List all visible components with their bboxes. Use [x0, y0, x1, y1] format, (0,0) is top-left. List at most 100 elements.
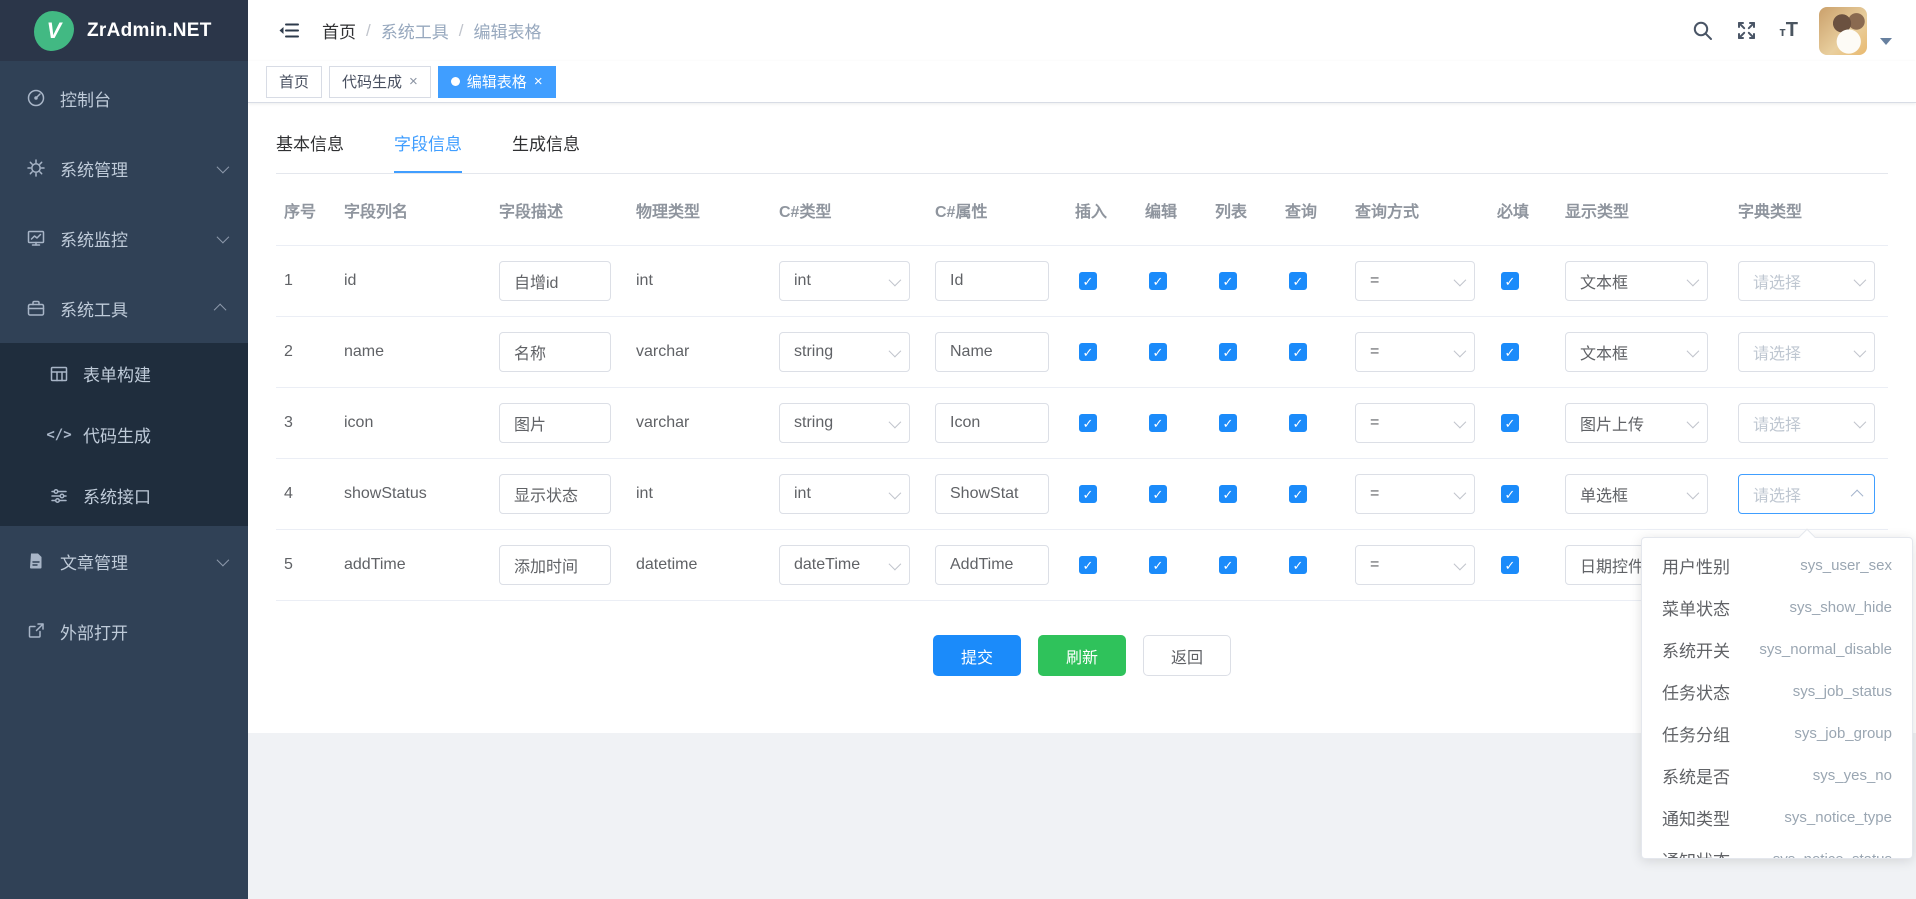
- dict-option[interactable]: 系统开关 sys_normal_disable: [1642, 628, 1912, 670]
- sidebar-item-dashboard[interactable]: 控制台: [0, 63, 248, 133]
- insert-checkbox[interactable]: [1079, 343, 1097, 361]
- dashboard-icon: [25, 88, 47, 108]
- field-description-input[interactable]: 添加时间: [499, 545, 611, 585]
- fold-sidebar-button[interactable]: [278, 20, 302, 42]
- sidebar-item-code-generation[interactable]: 代码生成: [0, 404, 248, 465]
- submit-button[interactable]: 提交: [933, 635, 1021, 676]
- csharp-property-input[interactable]: ShowStat: [935, 474, 1049, 514]
- search-icon[interactable]: [1691, 19, 1714, 42]
- col-header: 编辑: [1145, 198, 1215, 222]
- dict-option[interactable]: 通知状态 sys_notice_status: [1642, 838, 1912, 859]
- query-mode-select[interactable]: =: [1355, 332, 1475, 372]
- list-checkbox[interactable]: [1219, 343, 1237, 361]
- field-description-input[interactable]: 图片: [499, 403, 611, 443]
- required-checkbox[interactable]: [1501, 272, 1519, 290]
- tab-field-info[interactable]: 字段信息: [394, 129, 462, 173]
- chevron-down-icon: [1687, 415, 1700, 428]
- dict-option[interactable]: 任务状态 sys_job_status: [1642, 670, 1912, 712]
- close-icon[interactable]: ×: [409, 74, 418, 89]
- csharp-type-select[interactable]: int: [779, 474, 910, 514]
- app-title: ZrAdmin.NET: [87, 20, 212, 42]
- csharp-property-input[interactable]: Icon: [935, 403, 1049, 443]
- list-checkbox[interactable]: [1219, 414, 1237, 432]
- csharp-type-value: string: [794, 414, 833, 432]
- user-avatar[interactable]: [1819, 7, 1867, 55]
- query-checkbox[interactable]: [1289, 414, 1307, 432]
- insert-checkbox[interactable]: [1079, 556, 1097, 574]
- close-icon[interactable]: ×: [534, 74, 543, 89]
- query-checkbox[interactable]: [1289, 272, 1307, 290]
- required-checkbox[interactable]: [1501, 556, 1519, 574]
- csharp-type-select[interactable]: string: [779, 332, 910, 372]
- tab-basic-info[interactable]: 基本信息: [276, 129, 344, 173]
- edit-checkbox[interactable]: [1149, 414, 1167, 432]
- dict-option[interactable]: 任务分组 sys_job_group: [1642, 712, 1912, 754]
- query-checkbox[interactable]: [1289, 343, 1307, 361]
- required-checkbox[interactable]: [1501, 343, 1519, 361]
- col-header: 字段列名: [344, 198, 499, 222]
- csharp-type-select[interactable]: int: [779, 261, 910, 301]
- dict-type-select[interactable]: 请选择: [1738, 474, 1875, 514]
- breadcrumb-home[interactable]: 首页: [322, 18, 356, 43]
- dict-type-select[interactable]: 请选择: [1738, 261, 1875, 301]
- insert-checkbox[interactable]: [1079, 272, 1097, 290]
- avatar-caret-down-icon[interactable]: [1880, 38, 1892, 45]
- csharp-property-input[interactable]: Id: [935, 261, 1049, 301]
- display-type-select[interactable]: 文本框: [1565, 332, 1708, 372]
- refresh-button[interactable]: 刷新: [1038, 635, 1126, 676]
- chevron-down-icon: [889, 344, 902, 357]
- edit-checkbox[interactable]: [1149, 343, 1167, 361]
- active-tag-dot: [451, 77, 460, 86]
- field-description-input[interactable]: 自增id: [499, 261, 611, 301]
- dict-option[interactable]: 通知类型 sys_notice_type: [1642, 796, 1912, 838]
- dict-option[interactable]: 用户性别 sys_user_sex: [1642, 544, 1912, 586]
- tab-generate-info[interactable]: 生成信息: [512, 129, 580, 173]
- edit-checkbox[interactable]: [1149, 556, 1167, 574]
- tag-code-generation[interactable]: 代码生成 ×: [329, 66, 431, 98]
- list-checkbox[interactable]: [1219, 272, 1237, 290]
- edit-checkbox[interactable]: [1149, 485, 1167, 503]
- dict-option[interactable]: 系统是否 sys_yes_no: [1642, 754, 1912, 796]
- breadcrumb-separator: /: [366, 21, 371, 41]
- sidebar-item-external-open[interactable]: 外部打开: [0, 596, 248, 666]
- insert-checkbox[interactable]: [1079, 414, 1097, 432]
- csharp-property-input[interactable]: Name: [935, 332, 1049, 372]
- display-type-select[interactable]: 文本框: [1565, 261, 1708, 301]
- list-checkbox[interactable]: [1219, 556, 1237, 574]
- required-checkbox[interactable]: [1501, 485, 1519, 503]
- field-description-input[interactable]: 名称: [499, 332, 611, 372]
- app-logo[interactable]: V ZrAdmin.NET: [0, 0, 248, 61]
- sidebar-item-form-builder[interactable]: 表单构建: [0, 343, 248, 404]
- dict-type-select[interactable]: 请选择: [1738, 332, 1875, 372]
- back-button[interactable]: 返回: [1143, 635, 1231, 676]
- query-mode-select[interactable]: =: [1355, 474, 1475, 514]
- query-mode-select[interactable]: =: [1355, 261, 1475, 301]
- list-checkbox[interactable]: [1219, 485, 1237, 503]
- dict-option[interactable]: 菜单状态 sys_show_hide: [1642, 586, 1912, 628]
- sidebar-item-article-manage[interactable]: 文章管理: [0, 526, 248, 596]
- edit-checkbox[interactable]: [1149, 272, 1167, 290]
- csharp-type-select[interactable]: string: [779, 403, 910, 443]
- tag-home[interactable]: 首页: [266, 66, 322, 98]
- sidebar-item-system-manage[interactable]: 系统管理: [0, 133, 248, 203]
- query-checkbox[interactable]: [1289, 556, 1307, 574]
- tag-edit-table[interactable]: 编辑表格 ×: [438, 66, 556, 98]
- csharp-property-input[interactable]: AddTime: [935, 545, 1049, 585]
- display-type-select[interactable]: 图片上传: [1565, 403, 1708, 443]
- sidebar-item-system-tools[interactable]: 系统工具: [0, 273, 248, 343]
- insert-checkbox[interactable]: [1079, 485, 1097, 503]
- required-checkbox[interactable]: [1501, 414, 1519, 432]
- query-mode-select[interactable]: =: [1355, 545, 1475, 585]
- font-size-icon[interactable]: [1779, 20, 1798, 41]
- display-type-select[interactable]: 单选框: [1565, 474, 1708, 514]
- query-checkbox[interactable]: [1289, 485, 1307, 503]
- chevron-down-icon: [1687, 344, 1700, 357]
- fullscreen-icon[interactable]: [1735, 19, 1758, 42]
- csharp-type-select[interactable]: dateTime: [779, 545, 910, 585]
- sidebar-item-system-monitor[interactable]: 系统监控: [0, 203, 248, 273]
- dict-type-select[interactable]: 请选择: [1738, 403, 1875, 443]
- field-description-input[interactable]: 显示状态: [499, 474, 611, 514]
- sidebar-item-label: 系统接口: [83, 483, 151, 508]
- sidebar-item-system-api[interactable]: 系统接口: [0, 465, 248, 526]
- query-mode-select[interactable]: =: [1355, 403, 1475, 443]
